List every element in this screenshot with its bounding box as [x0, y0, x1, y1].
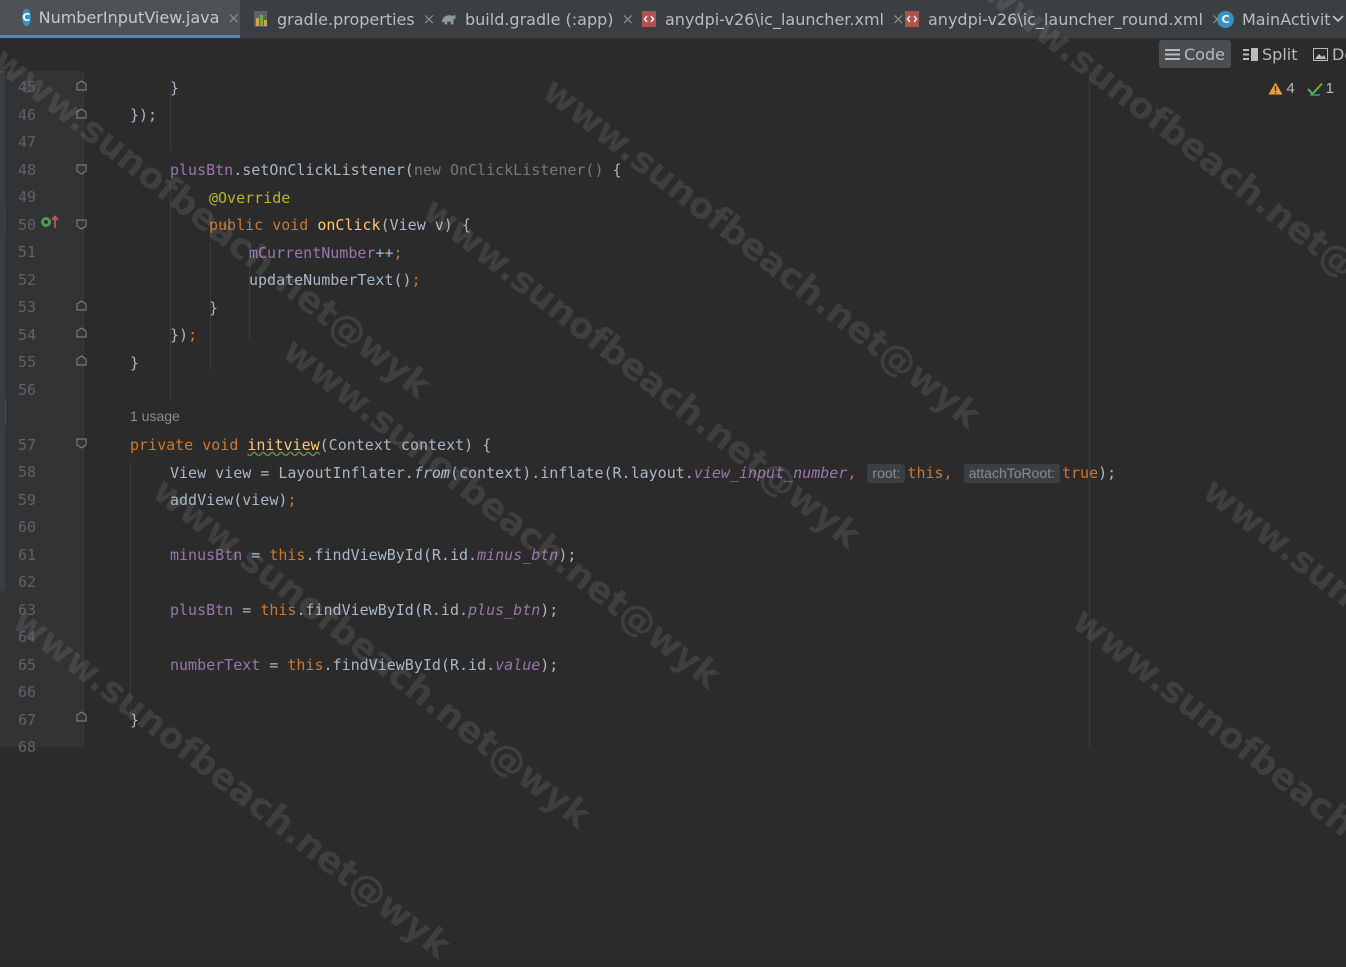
tab-label: gradle.properties [277, 9, 415, 29]
parameter-hint-root: root: [867, 464, 906, 483]
line-number[interactable]: 45 [10, 78, 36, 96]
line-number[interactable]: 48 [10, 161, 36, 179]
split-view-button[interactable]: Split [1237, 40, 1303, 68]
right-margin-guide [1089, 71, 1090, 747]
code-line-59: addView(view); [170, 491, 297, 509]
line-number[interactable]: 50 [10, 216, 36, 234]
chevron-down-icon [1332, 15, 1344, 23]
code-line-45: } [170, 79, 180, 97]
line-number[interactable]: 47 [10, 133, 36, 151]
close-icon[interactable]: × [423, 10, 436, 28]
weak-warnings-indicator[interactable]: 1 [1306, 80, 1334, 97]
warnings-indicator[interactable]: 4 [1268, 80, 1295, 97]
tab-ic-launcher-round-xml[interactable]: anydpi-v26\ic_launcher_round.xml × [903, 0, 1223, 38]
tab-ic-launcher-xml[interactable]: anydpi-v26\ic_launcher.xml × [640, 0, 905, 38]
tab-build-gradle[interactable]: build.gradle (:app) × [440, 0, 634, 38]
line-number[interactable]: 46 [10, 106, 36, 124]
line-number[interactable]: 59 [10, 491, 36, 509]
code-line-53: } [209, 299, 219, 317]
check-icon [1306, 82, 1323, 96]
code-line-61: minusBtn = this.findViewById(R.id.minus_… [170, 546, 577, 564]
code-line-50: public void onClick(View v) { [209, 216, 471, 234]
tab-mainactivity[interactable]: C MainActivit [1217, 0, 1331, 38]
design-view-icon [1313, 47, 1328, 61]
line-number[interactable]: 63 [10, 601, 36, 619]
code-line-67: } [130, 711, 140, 729]
code-line-51: mCurrentNumber++; [249, 244, 403, 262]
editor-view-mode-bar: Code Split De [0, 39, 1346, 71]
line-number[interactable]: 65 [10, 656, 36, 674]
design-view-label: De [1332, 44, 1346, 64]
line-number[interactable]: 57 [10, 436, 36, 454]
xml-file-icon [905, 11, 919, 27]
tab-overflow-button[interactable] [1332, 0, 1346, 38]
code-view-button[interactable]: Code [1159, 40, 1231, 68]
line-number[interactable]: 49 [10, 188, 36, 206]
tab-label: NumberInputView.java [38, 8, 220, 27]
usage-hint[interactable]: 1 usage [130, 408, 180, 424]
code-editor[interactable]: } }); plusBtn.setOnClickListener(new OnC… [84, 71, 1346, 747]
java-class-icon: C [22, 9, 31, 26]
warning-icon [1268, 82, 1283, 95]
code-line-63: plusBtn = this.findViewById(R.id.plus_bt… [170, 601, 559, 619]
line-number[interactable]: 51 [10, 243, 36, 261]
tab-label: MainActivit [1242, 9, 1331, 29]
indent-guide [130, 461, 131, 721]
line-number[interactable]: 58 [10, 463, 36, 481]
code-line-54: }); [170, 326, 198, 344]
line-number[interactable]: 62 [10, 573, 36, 591]
gradle-icon [441, 15, 457, 25]
tab-label: build.gradle (:app) [465, 9, 614, 29]
code-line-57: private void initview(Context context) { [130, 436, 492, 454]
close-icon[interactable]: × [227, 9, 240, 27]
indent-guide [170, 181, 171, 401]
tab-gradle-properties[interactable]: gradle.properties × [252, 0, 435, 38]
override-method-icon[interactable] [40, 214, 60, 230]
line-number[interactable]: 56 [10, 381, 36, 399]
line-number[interactable]: 55 [10, 353, 36, 371]
line-number[interactable]: 67 [10, 711, 36, 729]
line-number[interactable]: 66 [10, 683, 36, 701]
line-number[interactable]: 54 [10, 326, 36, 344]
split-view-label: Split [1262, 44, 1298, 64]
close-icon[interactable]: × [622, 10, 635, 28]
line-number[interactable]: 60 [10, 518, 36, 536]
line-number[interactable]: 53 [10, 298, 36, 316]
code-view-label: Code [1184, 44, 1225, 64]
editor-tab-bar: C NumberInputView.java × gradle.properti… [0, 0, 1346, 39]
indent-guide [210, 211, 211, 371]
design-view-button[interactable]: De [1307, 40, 1346, 68]
warnings-count: 4 [1286, 80, 1295, 97]
tab-numberinputview-java[interactable]: C NumberInputView.java × [0, 0, 240, 38]
code-line-46: }); [130, 106, 158, 124]
inspection-widget[interactable]: 4 1 [1268, 80, 1334, 97]
split-view-icon [1243, 47, 1258, 61]
line-number[interactable]: 61 [10, 546, 36, 564]
line-number[interactable]: 52 [10, 271, 36, 289]
parameter-hint-attachtoroot: attachToRoot: [963, 464, 1060, 483]
properties-file-icon [254, 11, 267, 27]
code-line-48: plusBtn.setOnClickListener(new OnClickLi… [170, 161, 622, 179]
tab-label: anydpi-v26\ic_launcher.xml [665, 9, 884, 29]
weak-warnings-count: 1 [1325, 80, 1334, 97]
line-number[interactable]: 68 [10, 738, 36, 756]
indent-guide [170, 91, 171, 151]
code-line-55: } [130, 354, 140, 372]
line-number[interactable]: 64 [10, 628, 36, 646]
code-line-52: updateNumberText(); [249, 271, 421, 289]
tab-label: anydpi-v26\ic_launcher_round.xml [928, 9, 1203, 29]
java-class-icon: C [1217, 10, 1234, 28]
code-line-65: numberText = this.findViewById(R.id.valu… [170, 656, 559, 674]
code-line-58: View view = LayoutInflater.from(context)… [170, 464, 1117, 483]
xml-file-icon [642, 11, 656, 27]
code-view-icon [1165, 48, 1180, 60]
code-line-49: @Override [209, 189, 291, 207]
left-scrollbar[interactable] [0, 71, 5, 591]
